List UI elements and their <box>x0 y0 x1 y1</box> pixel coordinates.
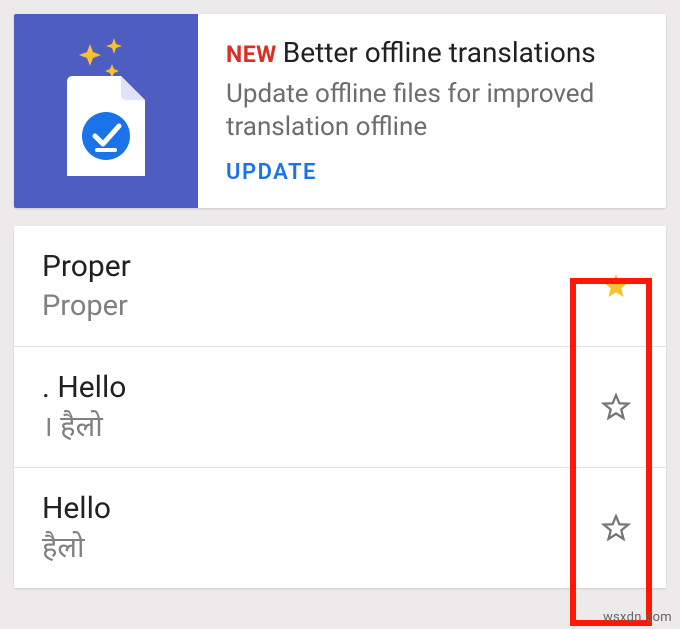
star-button[interactable] <box>598 510 634 546</box>
list-item-text: Proper Proper <box>42 248 598 324</box>
list-item-source: Proper <box>42 248 598 286</box>
update-button[interactable]: UPDATE <box>226 160 317 185</box>
star-filled-icon <box>601 271 631 301</box>
promo-title-line: NEWBetter offline translations <box>226 36 646 72</box>
star-outline-icon <box>601 513 631 543</box>
list-item-target: Proper <box>42 288 598 324</box>
promo-body: Update offline files for improved transl… <box>226 78 646 144</box>
promo-content: NEWBetter offline translations Update of… <box>198 14 666 208</box>
document-check-icon <box>67 76 145 176</box>
list-item-text: Hello हैलो <box>42 490 598 566</box>
list-item-source: . Hello <box>42 369 598 407</box>
star-outline-icon <box>601 392 631 422</box>
list-item[interactable]: . Hello । हैलो <box>14 346 666 467</box>
promo-card: NEWBetter offline translations Update of… <box>14 14 666 208</box>
promo-title: Better offline translations <box>283 36 596 69</box>
watermark: wsxdn.com <box>603 610 672 625</box>
list-item[interactable]: Hello हैलो <box>14 467 666 588</box>
star-button[interactable] <box>598 268 634 304</box>
list-item[interactable]: Proper Proper <box>14 226 666 346</box>
new-badge: NEW <box>226 41 277 68</box>
star-button[interactable] <box>598 389 634 425</box>
history-list: Proper Proper . Hello । हैलो Hello हैलो <box>14 226 666 588</box>
list-item-target: हैलो <box>42 530 598 566</box>
promo-illustration <box>14 14 198 208</box>
list-item-text: . Hello । हैलो <box>42 369 598 445</box>
list-item-source: Hello <box>42 490 598 528</box>
list-item-target: । हैलो <box>42 409 598 445</box>
